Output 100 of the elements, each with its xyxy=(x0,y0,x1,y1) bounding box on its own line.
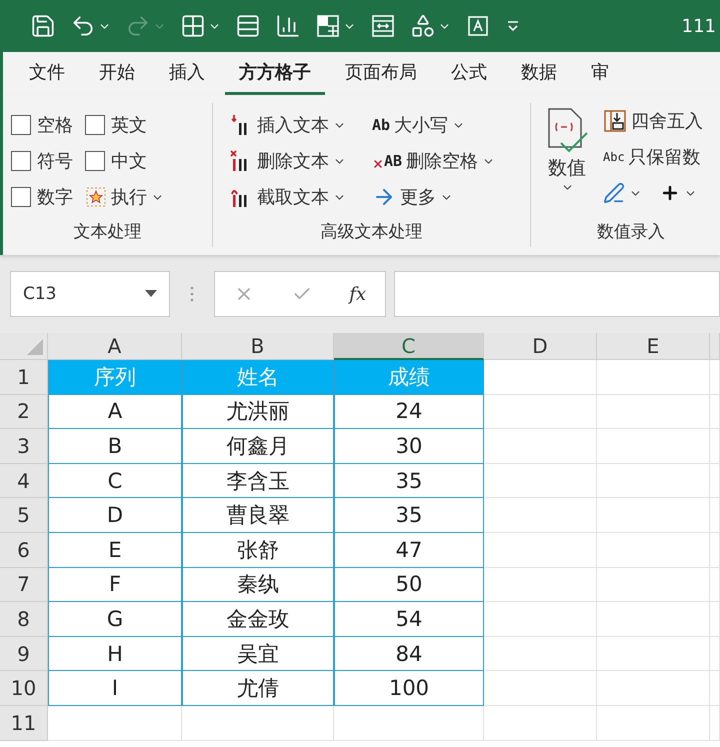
empty-cell xyxy=(710,671,720,706)
row-header[interactable]: 2 xyxy=(0,394,48,430)
table-cell: 序列 xyxy=(48,360,182,395)
plus-icon xyxy=(660,183,680,203)
pen-table-icon xyxy=(603,182,625,204)
table-cell: 尤洪丽 xyxy=(182,394,334,430)
table-cell: 100 xyxy=(334,671,484,706)
table-cell: 金金玫 xyxy=(182,602,334,637)
ribbon-tab[interactable]: 公式 xyxy=(437,52,501,95)
toolbar-button[interactable] xyxy=(410,13,451,39)
checkbox-label: 英文 xyxy=(111,114,147,137)
empty-cell xyxy=(710,394,720,430)
ribbon-command[interactable]: 删除文本 xyxy=(229,143,346,179)
number-button[interactable]: 数值 xyxy=(539,103,595,220)
row-header[interactable]: 4 xyxy=(0,464,48,498)
checkbox-label: 中文 xyxy=(111,150,147,173)
dropdown-icon xyxy=(145,290,157,298)
row-header[interactable]: 8 xyxy=(0,602,48,637)
empty-cell xyxy=(710,429,720,464)
dots-icon xyxy=(190,286,194,302)
toolbar-button[interactable] xyxy=(315,13,356,39)
table-cell: A xyxy=(48,394,182,430)
column-header[interactable]: C xyxy=(334,333,484,360)
row-header[interactable]: 7 xyxy=(0,568,48,602)
table-cell: 47 xyxy=(334,532,484,568)
ribbon-tab[interactable]: 插入 xyxy=(155,52,219,95)
column-header[interactable]: A xyxy=(48,333,182,360)
table-cell: 曹良翠 xyxy=(182,498,334,533)
ribbon-command[interactable]: Ab 大小写 xyxy=(372,107,496,143)
insert-function-button[interactable]: fx xyxy=(349,284,366,304)
ribbon-tab[interactable]: 页面布局 xyxy=(331,52,431,95)
case-icon: Ab xyxy=(372,116,390,134)
column-header[interactable]: B xyxy=(182,333,334,360)
customize-icon xyxy=(505,18,521,34)
table-cell: 何鑫月 xyxy=(182,429,334,464)
ribbon-tab[interactable]: 开始 xyxy=(85,52,149,95)
table-cell: 84 xyxy=(334,636,484,672)
row-header[interactable]: 6 xyxy=(0,532,48,568)
toolbar-button[interactable] xyxy=(465,13,491,39)
toolbar-button[interactable] xyxy=(30,13,56,39)
table-cell: C xyxy=(48,464,182,498)
toolbar-button[interactable] xyxy=(505,18,521,34)
ribbon-command[interactable]: 更多 xyxy=(372,179,496,215)
row-header[interactable]: 9 xyxy=(0,636,48,672)
toolbar-button[interactable] xyxy=(235,13,261,39)
ribbon-command[interactable]: Abc 只保留数 xyxy=(603,139,703,175)
row-header[interactable]: 1 xyxy=(0,360,48,395)
ribbon-command[interactable]: AB 删除空格 xyxy=(372,143,496,179)
name-box[interactable]: C13 xyxy=(10,271,170,317)
checkbox[interactable] xyxy=(11,187,31,207)
keep-number-icon: Abc xyxy=(603,150,625,164)
save-icon xyxy=(30,13,56,39)
table-cell: G xyxy=(48,602,182,637)
table-cell: 张舒 xyxy=(182,532,334,568)
star-frame-icon xyxy=(85,186,107,208)
table-cell: I xyxy=(48,671,182,706)
empty-cell xyxy=(710,568,720,602)
checkbox[interactable] xyxy=(11,115,31,135)
ribbon-tab[interactable]: 审 xyxy=(577,52,623,95)
ribbon-tab[interactable]: 文件 xyxy=(15,52,79,95)
table-icon xyxy=(235,13,261,39)
toolbar-button[interactable] xyxy=(180,13,221,39)
group-label: 高级文本处理 xyxy=(320,221,424,244)
checkbox-label: 符号 xyxy=(37,150,73,173)
table-cell: H xyxy=(48,636,182,672)
checkbox[interactable] xyxy=(85,151,105,171)
ribbon-tab[interactable]: 数据 xyxy=(507,52,571,95)
ribbon-command[interactable]: 插入文本 xyxy=(229,107,346,143)
run-button[interactable]: 执行 xyxy=(85,179,164,215)
checkbox-label: 数字 xyxy=(37,186,73,209)
toolbar-button[interactable] xyxy=(370,13,396,39)
table-cell: 50 xyxy=(334,568,484,602)
column-header[interactable]: D xyxy=(484,333,597,360)
empty-cell xyxy=(710,636,720,672)
round-icon xyxy=(603,109,627,133)
table-cell: 李含玉 xyxy=(182,464,334,498)
group-label: 文本处理 xyxy=(72,221,142,244)
table-cell: 35 xyxy=(334,464,484,498)
table-cell: 姓名 xyxy=(182,360,334,395)
ribbon-command[interactable]: 四舍五入 xyxy=(603,103,703,139)
chart-icon xyxy=(275,13,301,39)
column-header[interactable]: E xyxy=(597,333,710,360)
toolbar-button[interactable] xyxy=(275,13,301,39)
grid-icon xyxy=(180,13,206,39)
table-cell: 54 xyxy=(334,602,484,637)
empty-cell xyxy=(710,464,720,498)
row-header[interactable]: 5 xyxy=(0,498,48,533)
row-header[interactable]: 3 xyxy=(0,429,48,464)
table-cell: F xyxy=(48,568,182,602)
empty-cell xyxy=(710,602,720,637)
group-label: 数值录入 xyxy=(596,221,666,244)
formula-input[interactable] xyxy=(394,271,720,317)
ribbon-command[interactable]: 截取文本 xyxy=(229,179,346,215)
table-cell: E xyxy=(48,532,182,568)
row-header[interactable]: 11 xyxy=(0,706,48,741)
checkbox[interactable] xyxy=(85,115,105,135)
table-cell: D xyxy=(48,498,182,533)
checkbox-label: 空格 xyxy=(37,114,73,137)
row-header[interactable]: 10 xyxy=(0,671,48,706)
checkbox[interactable] xyxy=(11,151,31,171)
